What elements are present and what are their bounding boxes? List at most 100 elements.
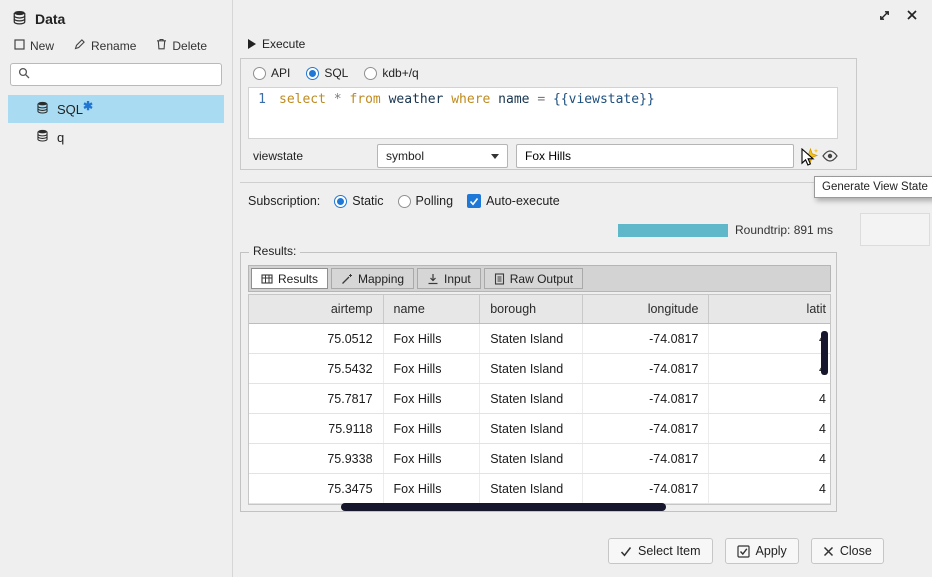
cell-name: Fox Hills [384,324,481,353]
cell-latitude: 4 [709,324,830,353]
table-header-row: airtemp name borough longitude latit [249,295,830,324]
roundtrip-time: Roundtrip: 891 ms [735,223,833,237]
table-row: 75.9338 Fox Hills Staten Island -74.0817… [249,444,830,474]
close-button[interactable]: Close [811,538,884,564]
radio-sql[interactable]: SQL [306,66,348,80]
tab-input[interactable]: Input [417,268,481,289]
tab-raw-output-label: Raw Output [510,272,573,286]
apply-button[interactable]: Apply [725,538,799,564]
cell-longitude: -74.0817 [583,444,710,473]
viewstate-row: viewstate symbol [253,144,838,168]
tab-mapping[interactable]: Mapping [331,268,414,289]
rename-button-label: Rename [91,39,136,53]
data-panel-sidebar: Data New Rename Delete [0,0,233,577]
auto-execute-checkbox[interactable]: Auto-execute [467,194,560,208]
cell-airtemp: 75.5432 [249,354,384,383]
database-icon [36,101,49,117]
column-header-latitude[interactable]: latit [709,295,830,323]
subscription-label: Subscription: [248,194,320,208]
results-fieldset: Results: Results Mapping Input Raw Outpu… [240,252,837,512]
database-icon [36,129,49,145]
table-row: 75.5432 Fox Hills Staten Island -74.0817… [249,354,830,384]
column-header-longitude[interactable]: longitude [583,295,710,323]
column-header-borough[interactable]: borough [480,295,583,323]
expand-icon[interactable] [878,9,891,25]
code-editor[interactable]: 1 select * from weather where name = {{v… [248,87,838,139]
list-item-sql[interactable]: SQL✱ [8,95,224,123]
input-arrow-icon [427,273,439,285]
list-item-q[interactable]: q [8,123,224,151]
radio-api[interactable]: API [253,66,290,80]
cell-name: Fox Hills [384,474,481,503]
close-icon[interactable] [906,9,918,25]
preview-viewstate-button[interactable] [822,150,838,162]
viewstate-value-input[interactable] [516,144,794,168]
radio-sql-label: SQL [324,66,348,80]
vertical-scrollbar-thumb[interactable] [821,331,828,375]
panel-title: Data [35,11,65,27]
radio-icon [398,195,411,208]
close-label: Close [840,544,872,558]
radio-icon [306,67,319,80]
new-button[interactable]: New [14,38,54,53]
select-item-button[interactable]: Select Item [608,538,713,564]
cell-latitude: 4 [709,474,830,503]
column-header-name[interactable]: name [384,295,481,323]
radio-kdbq[interactable]: kdb+/q [364,66,418,80]
play-icon [248,39,256,49]
chevron-down-icon [491,154,499,159]
delete-button-label: Delete [172,39,207,53]
radio-polling[interactable]: Polling [398,194,454,208]
tab-mapping-label: Mapping [358,272,404,286]
code-line: select * from weather where name = {{vie… [275,88,659,138]
list-item-label: SQL✱ [57,102,93,117]
tab-results-label: Results [278,272,318,286]
column-header-airtemp[interactable]: airtemp [249,295,384,323]
radio-static[interactable]: Static [334,194,383,208]
rename-button[interactable]: Rename [74,38,136,53]
check-icon [620,546,632,557]
data-editor-window: Data New Rename Delete [0,0,932,577]
cell-borough: Staten Island [480,354,583,383]
tab-results[interactable]: Results [251,268,328,289]
horizontal-scrollbar-thumb[interactable] [341,503,666,511]
data-panel-header: Data [0,0,232,34]
cell-airtemp: 75.9118 [249,414,384,443]
cell-borough: Staten Island [480,324,583,353]
cell-borough: Staten Island [480,414,583,443]
tooltip: Generate View State [814,176,932,198]
background-panel-fragment [860,213,930,246]
window-controls [878,9,918,25]
delete-button[interactable]: Delete [156,38,207,53]
viewstate-type-select[interactable]: symbol [377,144,508,168]
cell-airtemp: 75.9338 [249,444,384,473]
cell-borough: Staten Island [480,384,583,413]
cell-name: Fox Hills [384,444,481,473]
cell-latitude: 4 [709,384,830,413]
radio-kdbq-label: kdb+/q [382,66,418,80]
new-file-icon [14,39,25,53]
tab-raw-output[interactable]: Raw Output [484,268,583,289]
cell-borough: Staten Island [480,444,583,473]
trash-icon [156,38,167,53]
table-row: 75.3475 Fox Hills Staten Island -74.0817… [249,474,830,504]
radio-static-label: Static [352,194,383,208]
pencil-icon [74,38,86,53]
radio-api-label: API [271,66,290,80]
viewstate-type-value: symbol [386,149,424,163]
viewstate-name: viewstate [253,149,377,163]
x-icon [823,546,834,557]
cell-airtemp: 75.3475 [249,474,384,503]
checkbox-check-icon [737,545,750,558]
radio-icon [253,67,266,80]
cell-borough: Staten Island [480,474,583,503]
search-input[interactable] [36,68,214,82]
cell-longitude: -74.0817 [583,354,710,383]
cell-longitude: -74.0817 [583,324,710,353]
cell-name: Fox Hills [384,354,481,383]
execute-button[interactable]: Execute [248,37,305,51]
footer-buttons: Select Item Apply Close [608,538,884,564]
unsaved-badge: ✱ [83,99,93,113]
radio-icon [364,67,377,80]
table-row: 75.0512 Fox Hills Staten Island -74.0817… [249,324,830,354]
